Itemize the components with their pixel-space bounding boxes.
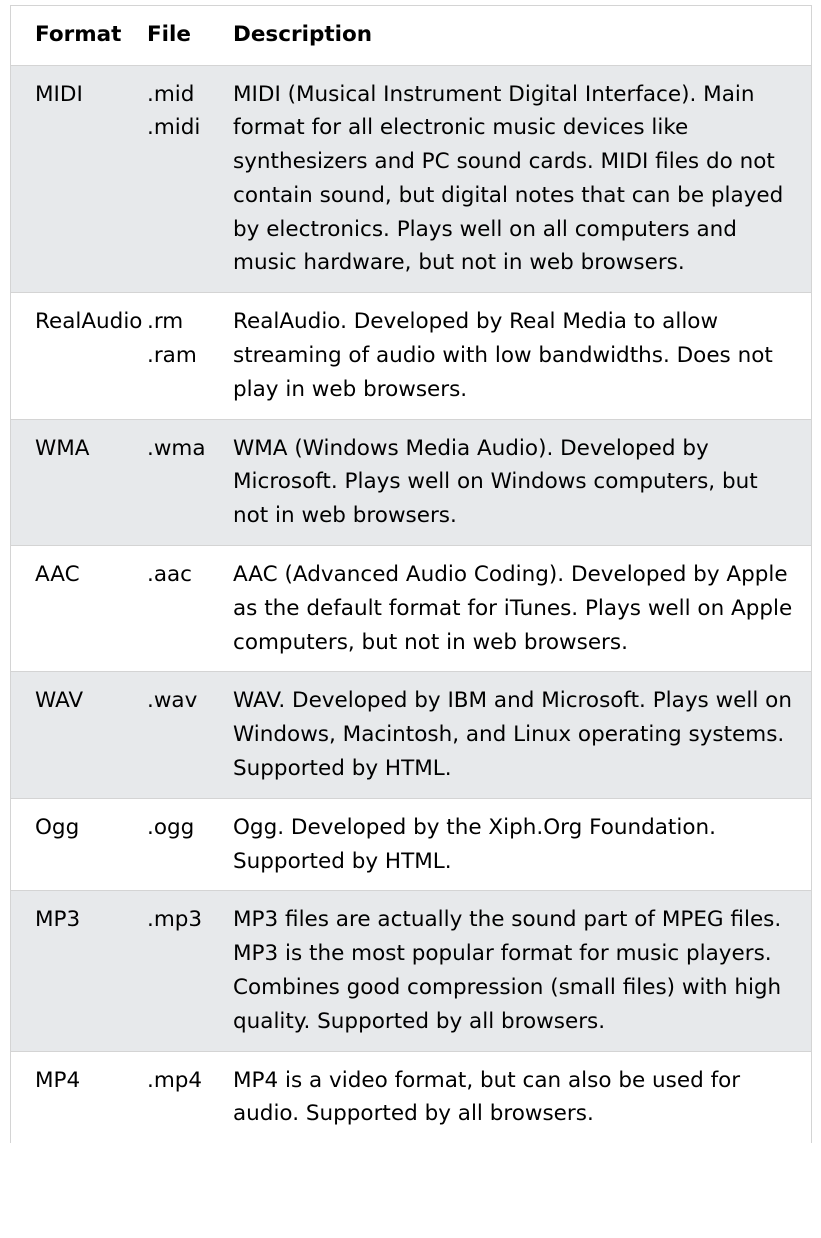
file-cell: .mid .midi [147, 65, 233, 293]
description-cell: WAV. Developed by IBM and Microsoft. Pla… [233, 688, 792, 782]
description-cell: MP3 files are actually the sound part of… [233, 907, 782, 1034]
file-extension: .wma [147, 435, 206, 461]
file-cell: .mp3 [147, 891, 233, 1051]
table-row: MP3 .mp3 MP3 files are actually the soun… [11, 890, 811, 1052]
table-row: Ogg .ogg Ogg. Developed by the Xiph.Org … [11, 798, 811, 891]
file-extension: .mid [147, 81, 195, 107]
header-file: File [147, 22, 192, 47]
file-extension: .ram [147, 343, 197, 369]
table-row: WMA .wma WMA (Windows Media Audio). Deve… [11, 419, 811, 546]
format-cell: AAC [35, 562, 80, 588]
table-row: MIDI .mid .midi MIDI (Musical Instrument… [11, 65, 811, 293]
description-cell: WMA (Windows Media Audio). Developed by … [233, 435, 758, 529]
file-extension: .rm [147, 309, 184, 335]
header-description: Description [233, 22, 373, 47]
format-cell: Ogg [35, 814, 80, 840]
format-cell: WMA [35, 435, 90, 461]
description-cell: MP4 is a video format, but can also be u… [233, 1067, 741, 1127]
format-cell: MIDI [35, 81, 83, 107]
file-cell: .mp4 [147, 1051, 233, 1143]
file-cell: .aac [147, 546, 233, 672]
format-cell: MP3 [35, 907, 81, 933]
format-cell: MP4 [35, 1067, 81, 1093]
file-cell: .wav [147, 672, 233, 798]
description-cell: MIDI (Musical Instrument Digital Interfa… [233, 81, 784, 276]
file-extension: .mp4 [147, 1067, 203, 1093]
file-cell: .ogg [147, 798, 233, 891]
file-cell: .wma [147, 419, 233, 545]
table-header-row: Format File Description [11, 6, 811, 65]
file-extension: .aac [147, 562, 193, 588]
description-cell: RealAudio. Developed by Real Media to al… [233, 309, 773, 402]
table-row: RealAudio .rm .ram RealAudio. Developed … [11, 292, 811, 419]
description-cell: Ogg. Developed by the Xiph.Org Foundatio… [233, 814, 716, 874]
file-extension: .wav [147, 688, 198, 714]
audio-formats-table: Format File Description MIDI .mid .midi … [11, 6, 811, 1143]
file-extension: .mp3 [147, 907, 203, 933]
description-cell: AAC (Advanced Audio Coding). Developed b… [233, 562, 793, 655]
file-extension: .ogg [147, 814, 195, 840]
file-extension: .midi [147, 115, 201, 141]
format-cell: WAV [35, 688, 84, 714]
table-row: AAC .aac AAC (Advanced Audio Coding). De… [11, 545, 811, 672]
table-row: MP4 .mp4 MP4 is a video format, but can … [11, 1051, 811, 1143]
table-row: WAV .wav WAV. Developed by IBM and Micro… [11, 671, 811, 799]
audio-formats-table-container: Format File Description MIDI .mid .midi … [10, 5, 812, 1144]
header-format: Format [35, 22, 122, 47]
format-cell: RealAudio [35, 309, 143, 335]
file-cell: .rm .ram [147, 293, 233, 419]
